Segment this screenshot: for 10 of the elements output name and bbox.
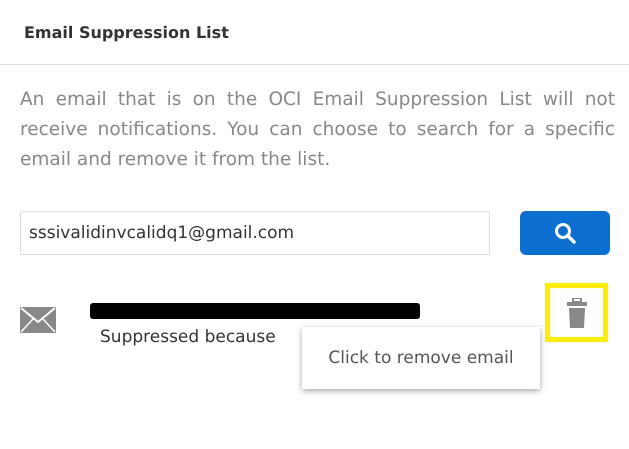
email-field[interactable]: sssivalidinvcalidq1@gmail.com [20,211,490,255]
delete-button[interactable] [566,298,586,328]
suppression-reason: Suppressed because [100,327,277,347]
panel-title: Email Suppression List [24,22,229,42]
tooltip: Click to remove email [302,327,540,389]
search-button[interactable] [520,211,610,255]
envelope-icon [20,307,56,333]
search-icon [554,222,576,244]
description: An email that is on the OCI Email Suppression List will not receive notifications. You can choose to search for a specific email and remove it from the list. [20,88,615,172]
trash-icon [566,298,586,328]
